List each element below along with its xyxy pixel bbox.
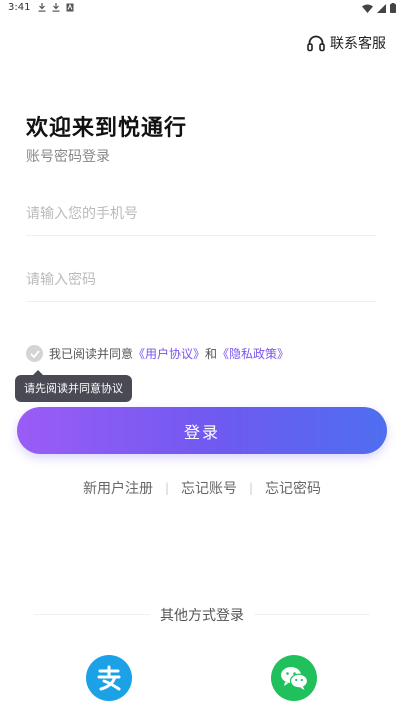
agreement-row: 我已阅读并同意 《用户协议》 和 《隐私政策》 [26, 345, 289, 362]
wechat-icon [281, 667, 309, 690]
forgot-account-link[interactable]: 忘记账号 [181, 478, 237, 498]
download-icon [52, 3, 60, 12]
status-bar: 3:41 [0, 0, 404, 18]
privacy-policy-link[interactable]: 《隐私政策》 [217, 345, 289, 362]
battery-icon [390, 3, 396, 13]
other-login-label: 其他方式登录 [150, 608, 254, 624]
signal-icon [377, 3, 386, 13]
agreement-prefix: 我已阅读并同意 [49, 347, 134, 361]
alipay-login-button[interactable] [86, 655, 132, 701]
user-agreement-link[interactable]: 《用户协议》 [133, 345, 205, 362]
phone-field [26, 196, 376, 236]
app-notification-icon [66, 3, 74, 12]
wechat-login-button[interactable] [271, 655, 317, 701]
link-separator: | [164, 481, 169, 495]
register-link[interactable]: 新用户注册 [83, 478, 153, 498]
agreement-checkbox[interactable] [26, 345, 43, 362]
agreement-conjunction: 和 [205, 347, 218, 361]
wifi-icon [362, 4, 373, 13]
page-title: 欢迎来到悦通行 [26, 116, 188, 141]
login-mode-subtitle: 账号密码登录 [26, 149, 110, 165]
customer-service-label: 联系客服 [330, 36, 386, 52]
headset-icon [307, 35, 325, 51]
account-links: 新用户注册 | 忘记账号 | 忘记密码 [0, 478, 404, 498]
download-icon [38, 3, 46, 12]
alipay-icon [97, 665, 121, 691]
status-time: 3:41 [8, 2, 31, 13]
password-field [26, 262, 376, 302]
agreement-tooltip: 请先阅读并同意协议 [15, 370, 132, 402]
phone-input[interactable] [26, 196, 376, 235]
customer-service-button[interactable]: 联系客服 [307, 33, 386, 53]
forgot-password-link[interactable]: 忘记密码 [265, 478, 321, 498]
password-input[interactable] [26, 262, 376, 301]
link-separator: | [249, 481, 254, 495]
check-icon [29, 349, 40, 358]
login-button[interactable]: 登录 [17, 407, 387, 454]
